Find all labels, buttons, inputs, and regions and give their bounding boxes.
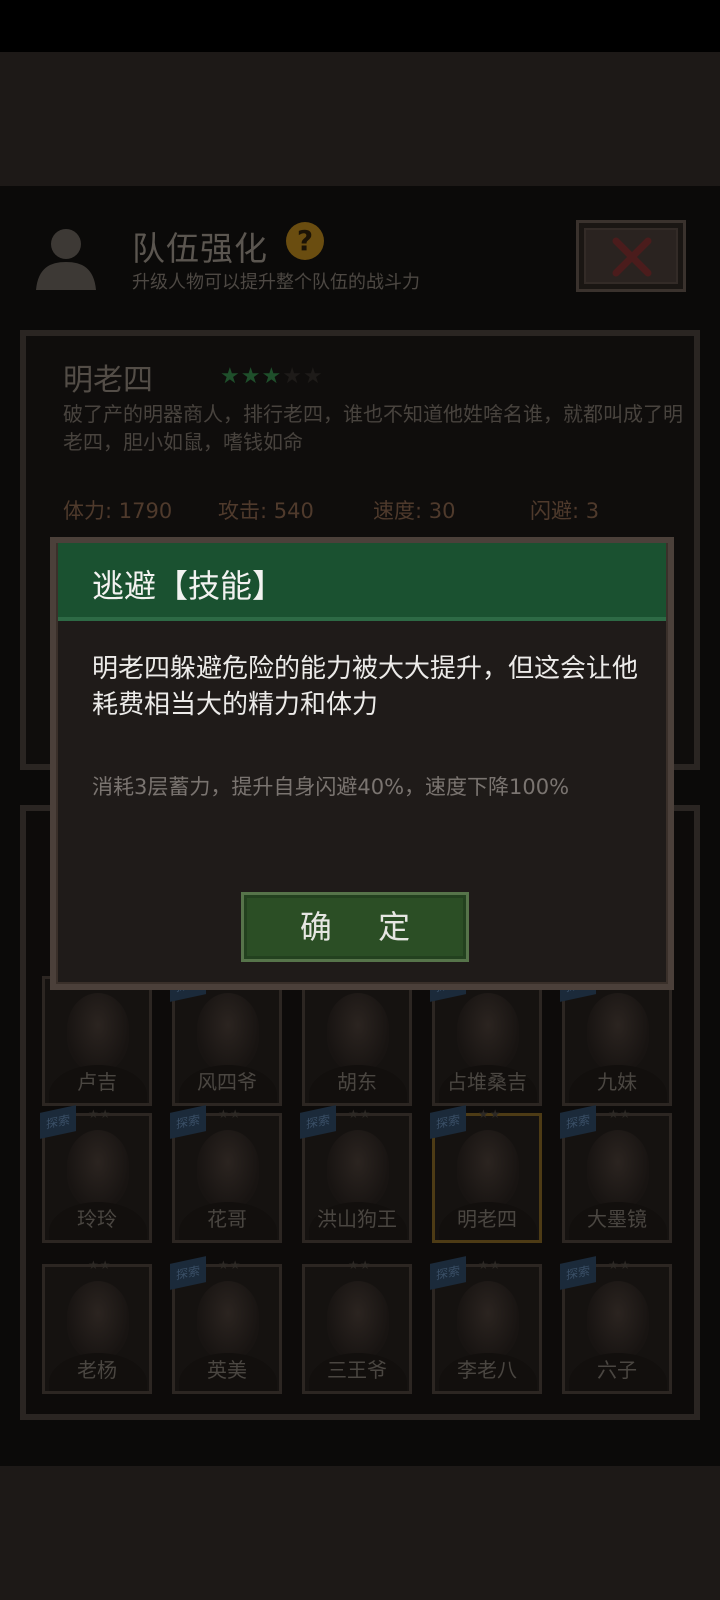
character-name: 明老四 bbox=[63, 363, 153, 398]
confirm-button[interactable]: 确 定 bbox=[241, 892, 469, 962]
close-x-icon bbox=[612, 237, 652, 277]
mini-stars-icon: ★★ bbox=[478, 1258, 502, 1272]
character-portrait bbox=[197, 1130, 259, 1210]
mini-stars-icon: ★★ bbox=[218, 1107, 242, 1121]
character-portrait bbox=[197, 1281, 259, 1361]
star-icon: ★ bbox=[302, 364, 324, 389]
character-card-name: 风四爷 bbox=[197, 1070, 257, 1094]
character-portrait bbox=[587, 993, 649, 1073]
page-subtitle: 升级人物可以提升整个队伍的战斗力 bbox=[132, 272, 420, 293]
character-card-name: 李老八 bbox=[457, 1358, 517, 1382]
status-bar bbox=[0, 0, 720, 52]
dialog-body: 明老四躲避危险的能力被大大提升，但这会让他耗费相当大的精力和体力 bbox=[92, 654, 639, 720]
page-title: 队伍强化 bbox=[132, 229, 268, 268]
mini-stars-icon: ★★ bbox=[608, 1107, 632, 1121]
mini-stars-icon: ★★ bbox=[608, 1258, 632, 1272]
character-portrait bbox=[327, 1281, 389, 1361]
mini-stars-icon: ★★ bbox=[88, 1107, 112, 1121]
character-card[interactable]: 老杨 bbox=[42, 1264, 152, 1394]
character-portrait bbox=[67, 1130, 129, 1210]
character-card-name: 九妹 bbox=[597, 1070, 637, 1094]
character-card-name: 洪山狗王 bbox=[317, 1207, 397, 1231]
stat-attack: 攻击: 540 bbox=[218, 499, 314, 523]
stat-speed: 速度: 30 bbox=[373, 499, 456, 523]
bottom-backdrop bbox=[0, 1466, 720, 1600]
character-card-name: 大墨镜 bbox=[587, 1207, 647, 1231]
star-icon: ★ bbox=[240, 364, 262, 389]
dialog-detail: 消耗3层蓄力，提升自身闪避40%，速度下降100% bbox=[92, 775, 570, 799]
mini-stars-icon: ★★ bbox=[348, 1107, 372, 1121]
character-portrait bbox=[457, 1130, 519, 1210]
character-card-name: 卢吉 bbox=[77, 1070, 117, 1094]
question-icon[interactable]: ? bbox=[286, 222, 324, 260]
character-card-name: 占堆桑吉 bbox=[447, 1070, 527, 1094]
character-description: 破了产的明器商人，排行老四，谁也不知道他姓啥名谁，就都叫成了明老四，胆小如鼠，嗜… bbox=[63, 402, 683, 454]
close-button[interactable] bbox=[576, 220, 686, 292]
mini-stars-icon: ★★ bbox=[88, 1258, 112, 1272]
mini-stars-icon: ★★ bbox=[348, 1258, 372, 1272]
dialog-title: 逃避【技能】 bbox=[92, 567, 285, 605]
character-card-name: 明老四 bbox=[457, 1207, 517, 1231]
character-portrait bbox=[67, 993, 129, 1073]
star-icon: ★ bbox=[261, 364, 283, 389]
character-card[interactable]: 卢吉 bbox=[42, 976, 152, 1106]
character-card-name: 胡东 bbox=[337, 1070, 377, 1094]
character-card-name: 玲玲 bbox=[77, 1207, 117, 1231]
character-portrait bbox=[327, 1130, 389, 1210]
character-card[interactable]: 胡东 bbox=[302, 976, 412, 1106]
character-portrait bbox=[457, 993, 519, 1073]
character-portrait bbox=[457, 1281, 519, 1361]
mini-stars-icon: ★★ bbox=[218, 1258, 242, 1272]
character-portrait bbox=[67, 1281, 129, 1361]
user-silhouette-icon bbox=[30, 220, 102, 292]
character-card-name: 英美 bbox=[207, 1358, 247, 1382]
character-portrait bbox=[587, 1130, 649, 1210]
stat-hp: 体力: 1790 bbox=[63, 499, 173, 523]
character-card-name: 花哥 bbox=[207, 1207, 247, 1231]
stat-dodge: 闪避: 3 bbox=[530, 499, 600, 523]
character-portrait bbox=[587, 1281, 649, 1361]
star-icon: ★ bbox=[282, 364, 303, 389]
mini-stars-icon: ★★ bbox=[478, 1107, 502, 1121]
character-card-name: 三王爷 bbox=[327, 1358, 387, 1382]
character-stars: ★★★★★ bbox=[220, 364, 324, 389]
star-icon: ★ bbox=[220, 364, 241, 389]
character-card-name: 六子 bbox=[597, 1358, 637, 1382]
character-portrait bbox=[327, 993, 389, 1073]
top-backdrop bbox=[0, 52, 720, 186]
character-card-name: 老杨 bbox=[77, 1358, 117, 1382]
character-portrait bbox=[197, 993, 259, 1073]
character-card[interactable]: 三王爷 bbox=[302, 1264, 412, 1394]
